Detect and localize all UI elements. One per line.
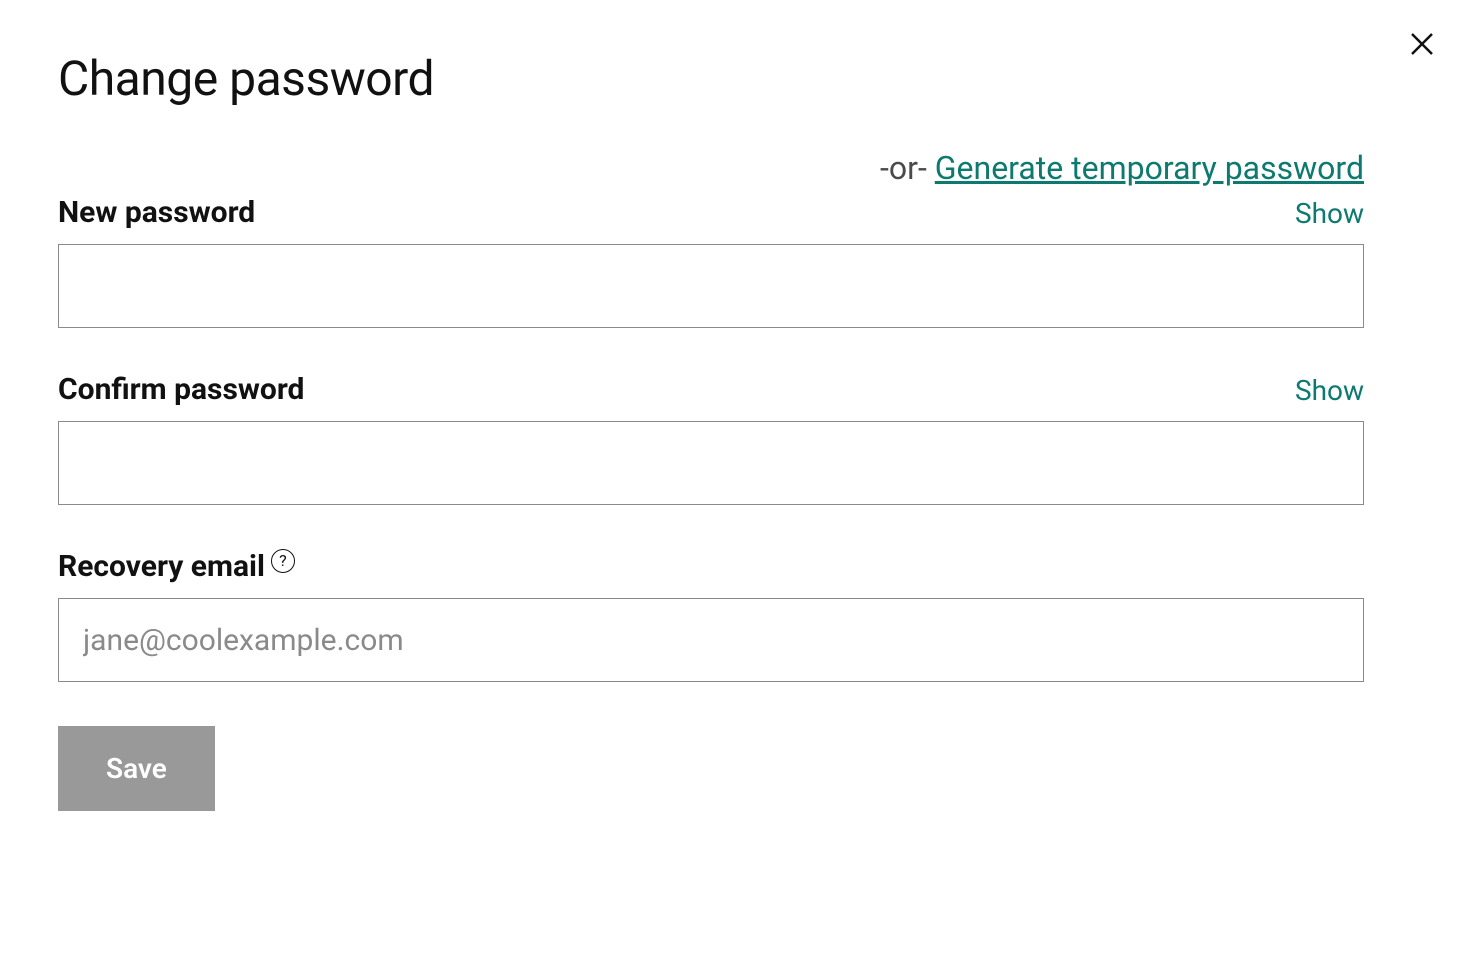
new-password-input[interactable] [58,244,1364,328]
new-password-show-toggle[interactable]: Show [1295,197,1364,230]
recovery-email-input[interactable] [58,598,1364,682]
recovery-email-label-text: Recovery email [58,549,265,584]
generate-temp-password-link[interactable]: Generate temporary password [935,149,1364,187]
page-title: Change password [58,50,1422,107]
confirm-password-input[interactable] [58,421,1364,505]
confirm-password-field-block: Confirm password Show [58,372,1422,505]
save-button[interactable]: Save [58,726,215,811]
generate-row: -or- Generate temporary password [58,149,1422,187]
close-button[interactable] [1402,24,1442,64]
or-text: -or- [880,149,935,187]
new-password-label: New password [58,195,255,230]
recovery-email-label-row: Recovery email? [58,549,1364,584]
close-icon [1407,29,1437,59]
confirm-password-label-row: Confirm password Show [58,372,1364,407]
new-password-field-block: New password Show [58,195,1422,328]
confirm-password-label: Confirm password [58,372,304,407]
confirm-password-show-toggle[interactable]: Show [1295,374,1364,407]
help-icon[interactable]: ? [271,549,295,573]
recovery-email-label: Recovery email? [58,549,295,584]
recovery-email-field-block: Recovery email? [58,549,1422,682]
new-password-label-row: New password Show [58,195,1364,230]
